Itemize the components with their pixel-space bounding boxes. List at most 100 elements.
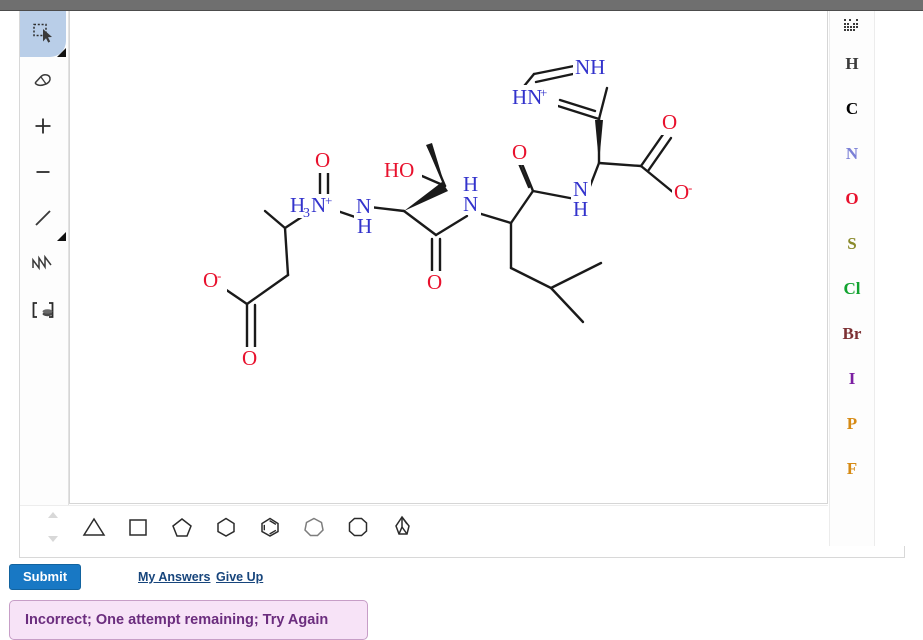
triangle-icon — [82, 517, 106, 536]
spinner-up-arrow-icon[interactable] — [46, 510, 60, 520]
zigzag-chain-icon — [32, 254, 52, 271]
asp-amide-carbonyl-oxygen-label: O — [313, 148, 335, 173]
leu-amide-carbonyl-oxygen-label: O — [510, 140, 532, 165]
leu-his-amide-nitrogen-label: N H — [571, 176, 591, 221]
element-button-n[interactable]: N — [830, 131, 874, 176]
answer-actions: Submit My Answers Give Up — [0, 564, 923, 594]
molecule-drawing: H 3 N + O - O O HO N H O H N O N H HN + … — [201, 55, 698, 371]
svg-text:O: O — [674, 180, 689, 204]
svg-text:+: + — [325, 193, 332, 208]
ring-template-toolbar — [20, 505, 828, 547]
drawing-tools-toolbar — [20, 11, 69, 546]
element-button-s[interactable]: S — [830, 221, 874, 266]
element-label-h: H — [845, 53, 859, 73]
cyclopropane-ring-button[interactable] — [72, 506, 116, 547]
atom-label-group: H 3 N + O - O O HO N H O H N O N H HN + … — [201, 55, 698, 371]
element-button-h[interactable]: H — [830, 41, 874, 86]
svg-text:O: O — [203, 268, 218, 292]
hexagon-icon — [217, 517, 235, 537]
eraser-icon — [34, 73, 51, 87]
element-label-s: S — [847, 233, 857, 253]
svg-text:H: H — [573, 197, 588, 221]
select-tool-button[interactable] — [20, 11, 66, 57]
svg-text:3: 3 — [303, 206, 310, 221]
bicyclic-norbornane-icon — [395, 515, 410, 535]
element-button-f[interactable]: F — [830, 446, 874, 491]
thr-leu-amide-nitrogen-label: H N — [461, 171, 481, 216]
feedback-banner: Incorrect; One attempt remaining; Try Ag… — [9, 600, 368, 640]
svg-text:O: O — [242, 346, 257, 370]
svg-text:-: - — [688, 180, 692, 195]
cyclobutane-ring-button[interactable] — [116, 506, 160, 547]
cyclohexane-ring-button[interactable] — [204, 506, 248, 547]
feedback-message: Incorrect; One attempt remaining; Try Ag… — [25, 612, 329, 628]
bracket-icon — [32, 302, 54, 318]
element-button-i[interactable]: I — [830, 356, 874, 401]
c-terminus-carboxylate-oxygen-label: O - — [672, 180, 698, 205]
submit-button[interactable]: Submit — [9, 564, 82, 590]
eraser-tool-button[interactable] — [20, 57, 66, 103]
chain-tool-button[interactable] — [20, 241, 66, 287]
element-label-c: C — [845, 98, 859, 118]
element-label-f: F — [846, 458, 858, 478]
c-terminus-carbonyl-oxygen-label: O — [660, 110, 682, 135]
lasso-select-icon — [33, 23, 52, 43]
threonine-hydroxyl-label: HO — [382, 158, 422, 183]
heptagon-icon — [304, 517, 324, 536]
element-label-i: I — [848, 368, 856, 388]
svg-text:+: + — [540, 85, 547, 100]
svg-text:O: O — [427, 270, 442, 294]
element-label-br: Br — [842, 323, 862, 343]
increase-charge-tool-button[interactable] — [20, 103, 66, 149]
imidazolium-nh-plus-label: HN + — [510, 85, 558, 109]
give-up-link[interactable]: Give Up — [216, 570, 263, 584]
element-label-n: N — [845, 143, 859, 163]
element-button-p[interactable]: P — [830, 401, 874, 446]
element-label-p: P — [846, 413, 858, 433]
benzene-ring-button[interactable] — [248, 506, 292, 547]
element-button-cl[interactable]: Cl — [830, 266, 874, 311]
cycloheptane-ring-button[interactable] — [292, 506, 336, 547]
benzene-hexagon-icon — [261, 517, 279, 537]
svg-text:O: O — [662, 110, 677, 134]
svg-text:O: O — [315, 148, 330, 172]
his-side-chain-wedge — [595, 120, 603, 163]
minus-icon — [36, 171, 50, 173]
element-palette: H C N O S Cl Br I P F — [829, 11, 875, 546]
decrease-charge-tool-button[interactable] — [20, 149, 66, 195]
octagon-icon — [348, 517, 368, 536]
bond-menu-corner-icon[interactable] — [57, 232, 66, 241]
structure-drawing-canvas[interactable]: H 3 N + O - O O HO N H O H N O N H HN + … — [69, 11, 828, 504]
asp-thr-amide-nitrogen-label: N H — [354, 193, 374, 238]
element-label-cl: Cl — [843, 278, 861, 298]
norbornane-ring-button[interactable] — [380, 506, 424, 547]
element-button-c[interactable]: C — [830, 86, 874, 131]
thr-alpha-beta-wedge — [404, 182, 448, 211]
square-icon — [129, 518, 147, 536]
bracket-template-tool-button[interactable] — [20, 287, 66, 333]
element-label-o: O — [845, 188, 859, 208]
cyclooctane-ring-button[interactable] — [336, 506, 380, 547]
palette-marquee-select-button[interactable] — [830, 11, 874, 41]
bond-line-icon — [35, 210, 51, 226]
thr-amide-carbonyl-oxygen-label: O — [425, 270, 447, 295]
my-answers-link[interactable]: My Answers — [138, 570, 210, 584]
editor-right-rail — [874, 11, 905, 546]
cyclopentane-ring-button[interactable] — [160, 506, 204, 547]
imidazole-nh-label: NH — [573, 55, 611, 79]
svg-text:HN: HN — [512, 85, 542, 109]
marquee-select-icon — [844, 19, 858, 31]
tool-menu-corner-icon[interactable] — [57, 48, 66, 57]
aspartate-carbonyl-oxygen-label: O — [240, 346, 262, 371]
ring-toolbar-spinner[interactable] — [40, 510, 66, 544]
svg-text:-: - — [217, 268, 221, 283]
spinner-down-arrow-icon[interactable] — [46, 534, 60, 544]
svg-text:N: N — [311, 193, 326, 217]
element-button-o[interactable]: O — [830, 176, 874, 221]
single-bond-tool-button[interactable] — [20, 195, 66, 241]
svg-text:O: O — [512, 140, 527, 164]
element-button-br[interactable]: Br — [830, 311, 874, 356]
window-chrome-bar — [0, 0, 923, 11]
n-terminus-ammonium-label: H 3 N + — [288, 193, 340, 221]
svg-text:NH: NH — [575, 55, 605, 79]
